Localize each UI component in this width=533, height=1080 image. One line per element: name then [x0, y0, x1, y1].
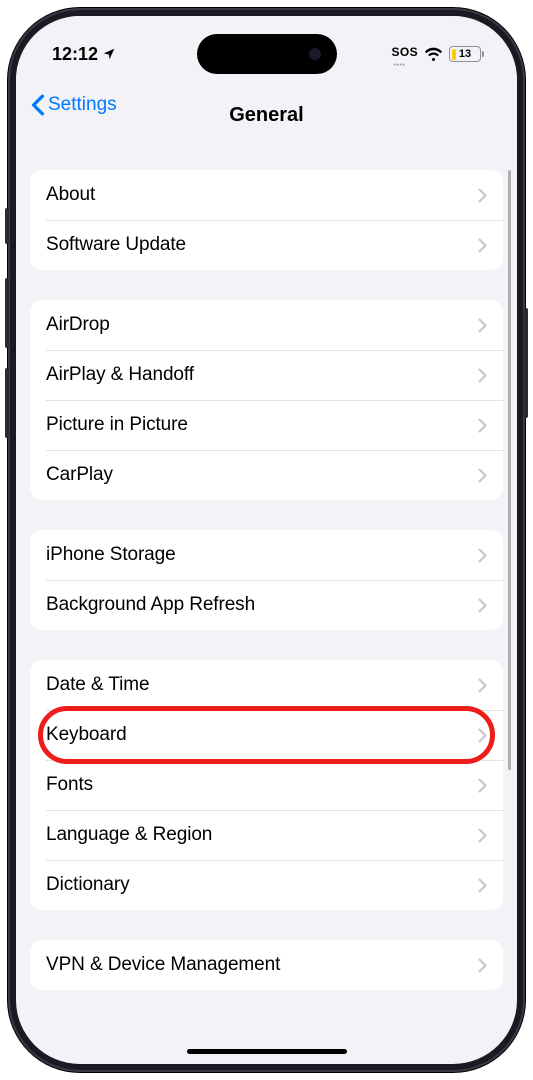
row-fonts[interactable]: Fonts [30, 760, 503, 810]
row-label: AirPlay & Handoff [46, 364, 194, 386]
chevron-right-icon [478, 598, 487, 613]
row-keyboard[interactable]: Keyboard [30, 710, 503, 760]
row-software-update[interactable]: Software Update [30, 220, 503, 270]
row-label: VPN & Device Management [46, 954, 280, 976]
row-label: Software Update [46, 234, 186, 256]
row-label: Background App Refresh [46, 594, 255, 616]
row-label: iPhone Storage [46, 544, 176, 566]
wifi-icon [424, 47, 443, 61]
row-airplay-handoff[interactable]: AirPlay & Handoff [30, 350, 503, 400]
settings-group: AirDrop AirPlay & Handoff Picture in Pictu… [30, 300, 503, 500]
scroll-area[interactable]: About Software Update AirDrop AirPlay & Han… [16, 144, 517, 1064]
volume-down-button [5, 368, 9, 438]
row-label: Language & Region [46, 824, 212, 846]
row-label: Fonts [46, 774, 93, 796]
row-vpn-device-management[interactable]: VPN & Device Management [30, 940, 503, 990]
mute-switch [5, 208, 9, 244]
row-label: AirDrop [46, 314, 110, 336]
settings-group: iPhone Storage Background App Refresh [30, 530, 503, 630]
row-airdrop[interactable]: AirDrop [30, 300, 503, 350]
row-picture-in-picture[interactable]: Picture in Picture [30, 400, 503, 450]
sos-dots: •••• [393, 62, 405, 69]
power-button [524, 308, 528, 418]
settings-group: About Software Update [30, 170, 503, 270]
chevron-right-icon [478, 318, 487, 333]
chevron-right-icon [478, 368, 487, 383]
chevron-right-icon [478, 828, 487, 843]
back-label: Settings [48, 94, 117, 116]
row-about[interactable]: About [30, 170, 503, 220]
chevron-right-icon [478, 188, 487, 203]
row-label: About [46, 184, 95, 206]
chevron-right-icon [478, 958, 487, 973]
page-title: General [229, 104, 303, 127]
row-dictionary[interactable]: Dictionary [30, 860, 503, 910]
list-container: About Software Update AirDrop AirPlay & Han… [16, 170, 517, 990]
chevron-right-icon [478, 238, 487, 253]
row-label: CarPlay [46, 464, 113, 486]
row-label: Keyboard [46, 724, 127, 746]
chevron-right-icon [478, 778, 487, 793]
chevron-right-icon [478, 728, 487, 743]
row-date-time[interactable]: Date & Time [30, 660, 503, 710]
chevron-right-icon [478, 678, 487, 693]
row-carplay[interactable]: CarPlay [30, 450, 503, 500]
status-time: 12:12 [52, 44, 98, 65]
row-label: Date & Time [46, 674, 149, 696]
row-iphone-storage[interactable]: iPhone Storage [30, 530, 503, 580]
row-label: Picture in Picture [46, 414, 188, 436]
chevron-right-icon [478, 878, 487, 893]
chevron-right-icon [478, 548, 487, 563]
dynamic-island [197, 34, 337, 74]
sos-label: SOS [391, 45, 418, 59]
battery-icon: 13 [449, 46, 481, 62]
settings-group: Date & Time Keyboard Fonts Language & Regio… [30, 660, 503, 910]
phone-frame: 12:12 SOS •••• 13 [8, 8, 525, 1072]
home-indicator[interactable] [187, 1049, 347, 1054]
chevron-right-icon [478, 418, 487, 433]
battery-level: 13 [450, 48, 480, 61]
row-label: Dictionary [46, 874, 129, 896]
settings-group: VPN & Device Management [30, 940, 503, 990]
screen: 12:12 SOS •••• 13 [16, 16, 517, 1064]
location-icon [102, 47, 116, 61]
volume-up-button [5, 278, 9, 348]
chevron-right-icon [478, 468, 487, 483]
scrollbar[interactable] [508, 170, 511, 770]
row-background-app-refresh[interactable]: Background App Refresh [30, 580, 503, 630]
row-language-region[interactable]: Language & Region [30, 810, 503, 860]
back-button[interactable]: Settings [30, 94, 117, 116]
